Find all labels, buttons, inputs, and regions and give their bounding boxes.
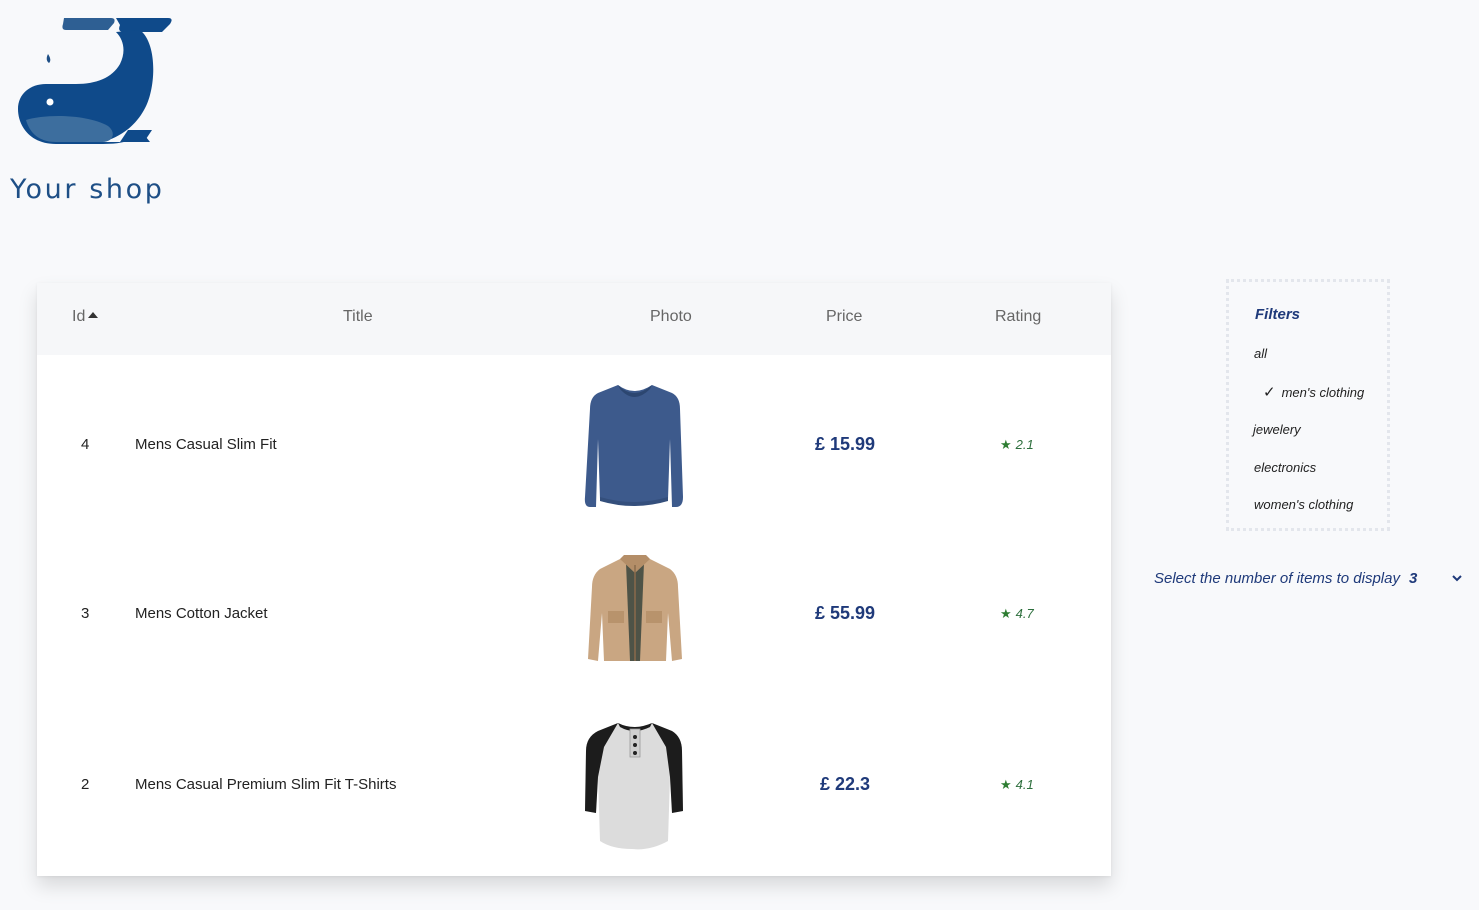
column-header-photo[interactable]: Photo (650, 308, 692, 326)
product-photo (580, 553, 690, 688)
table-header: Id Title Photo Price Rating (37, 283, 1111, 355)
shop-page: Your shop Id Title Photo Price Rating 4 … (0, 0, 1479, 910)
star-icon: ★ (1000, 777, 1012, 792)
filters-title: Filters (1255, 306, 1301, 323)
products-table: Id Title Photo Price Rating 4 Mens Casua… (37, 283, 1111, 876)
filter-all[interactable]: all (1254, 346, 1267, 361)
product-price: £ 22.3 (819, 774, 871, 794)
whale-logo-icon (18, 18, 172, 144)
filter-mens-clothing-label: men's clothing (1281, 385, 1365, 400)
product-rating: ★ 4.7 (1000, 606, 1034, 622)
product-price: £ 15.99 (814, 434, 876, 454)
check-icon: ✓ (1263, 384, 1276, 401)
product-rating-value: 2.1 (1015, 437, 1034, 452)
product-price: £ 55.99 (814, 603, 876, 623)
table-row[interactable]: 2 Mens Casual Premium Slim Fit T-Shirts … (37, 699, 1111, 869)
table-row[interactable]: 4 Mens Casual Slim Fit £ 15.99 ★ 2.1 (37, 359, 1111, 529)
filter-jewelery[interactable]: jewelery (1253, 422, 1301, 437)
product-rating: ★ 2.1 (1000, 437, 1034, 453)
star-icon: ★ (1000, 437, 1012, 452)
product-photo (580, 379, 690, 514)
filter-womens-clothing[interactable]: women's clothing (1254, 497, 1353, 512)
shop-name: Your shop (10, 174, 165, 205)
column-header-rating[interactable]: Rating (995, 308, 1041, 326)
product-title: Mens Cotton Jacket (135, 605, 268, 622)
beige-cotton-jacket-icon (588, 555, 682, 661)
column-header-price[interactable]: Price (826, 308, 862, 326)
table-row[interactable]: 3 Mens Cotton Jacket £ 55.99 ★ 4.7 (37, 529, 1111, 699)
product-rating: ★ 4.1 (1000, 777, 1034, 793)
product-title: Mens Casual Premium Slim Fit T-Shirts (135, 776, 397, 793)
sort-up-icon (88, 312, 99, 318)
items-count-label: Select the number of items to display (1154, 570, 1400, 587)
product-id: 2 (81, 776, 90, 793)
column-header-id[interactable]: Id (72, 308, 99, 326)
product-rating-value: 4.7 (1015, 606, 1034, 621)
column-header-title[interactable]: Title (343, 308, 373, 326)
star-icon: ★ (1000, 606, 1012, 621)
items-count-select[interactable]: Select the number of items to display 3 (1154, 570, 1417, 587)
filters-panel: Filters all ✓ men's clothing jewelery ele… (1226, 279, 1390, 531)
column-header-id-label: Id (72, 308, 86, 325)
filter-mens-clothing[interactable]: ✓ men's clothing (1263, 383, 1364, 401)
items-count-value: 3 (1408, 570, 1418, 587)
product-title: Mens Casual Slim Fit (135, 436, 277, 453)
filter-electronics[interactable]: electronics (1254, 460, 1316, 475)
product-id: 4 (81, 436, 90, 453)
raglan-henley-tshirt-icon (585, 723, 683, 850)
product-rating-value: 4.1 (1015, 777, 1034, 792)
blue-long-sleeve-shirt-icon (584, 385, 683, 507)
shop-logo[interactable]: Your shop (8, 14, 188, 205)
chevron-down-icon[interactable] (1451, 573, 1463, 583)
product-id: 3 (81, 605, 90, 622)
product-photo (580, 717, 690, 852)
